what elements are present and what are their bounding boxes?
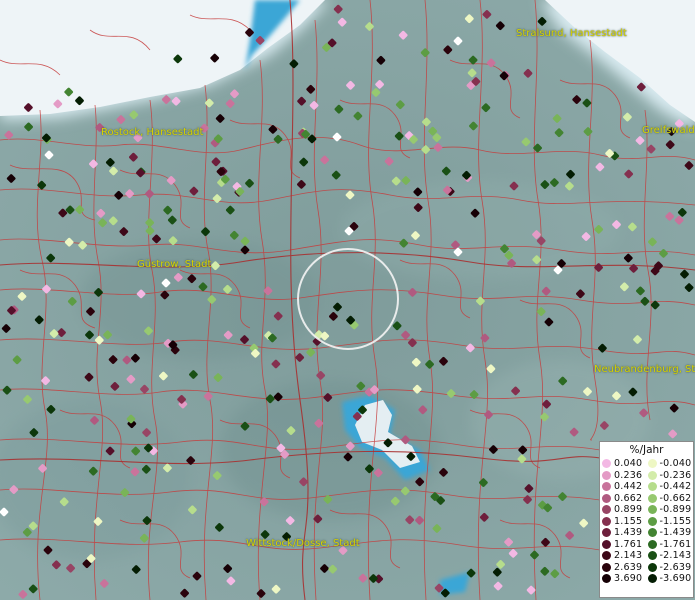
legend-swatch (647, 551, 657, 561)
legend-row: 1.761 (602, 539, 648, 551)
legend-swatch (647, 493, 657, 503)
map-background (0, 0, 695, 600)
legend-label: 0.236 (614, 469, 643, 481)
legend-label: -2.639 (659, 561, 692, 573)
legend-negative-column: -0.040 -0.236 -0.442 -0.662 -0.899 -1.155 -1.4… (647, 458, 694, 585)
legend-title: %/Jahr (629, 444, 664, 456)
legend-label: -1.439 (659, 527, 692, 539)
legend-row: 0.662 (602, 493, 648, 505)
legend-swatch (647, 516, 657, 526)
legend-row: -0.662 (647, 492, 694, 505)
legend-row: -3.690 (647, 573, 694, 585)
legend-row: 2.143 (602, 550, 648, 562)
legend-row: 0.442 (602, 481, 648, 493)
legend-swatch (647, 459, 657, 469)
legend-swatch (647, 574, 657, 584)
legend-label: 2.639 (614, 561, 643, 573)
legend-label: 0.662 (614, 492, 643, 504)
legend-label: 1.439 (614, 527, 643, 539)
legend-row: 2.639 (602, 562, 648, 574)
legend-row: -2.639 (647, 561, 694, 574)
legend-swatch (602, 528, 611, 538)
city-label-greifswald: Greifswald (642, 125, 695, 136)
legend: %/Jahr 0.040 0.236 0.442 0.662 0.899 1.155 1.4… (599, 441, 694, 598)
legend-label: 1.155 (614, 515, 643, 527)
legend-row: 1.439 (602, 527, 648, 539)
legend-label: -0.662 (659, 492, 692, 504)
legend-swatch (602, 459, 611, 469)
legend-label: 0.899 (614, 504, 643, 516)
legend-row: 1.155 (602, 516, 648, 528)
legend-positive-column: 0.040 0.236 0.442 0.662 0.899 1.155 1.439 1.761… (602, 458, 648, 585)
legend-swatch (647, 539, 657, 549)
legend-row: -2.143 (647, 550, 694, 562)
legend-label: 0.040 (614, 458, 643, 470)
legend-swatch (647, 528, 657, 538)
legend-label: -0.442 (659, 481, 692, 493)
city-label-stralsund: Stralsund, Hansestadt (516, 28, 627, 39)
map-view[interactable]: Stralsund, Hansestadt Rostock, Hansestad… (0, 0, 695, 600)
legend-label: 0.442 (614, 481, 643, 493)
legend-row: 0.899 (602, 504, 648, 516)
legend-swatch (602, 470, 611, 480)
legend-swatch (647, 470, 657, 480)
legend-label: 1.761 (614, 538, 643, 550)
legend-row: -0.040 (647, 458, 694, 470)
legend-label: -0.899 (659, 504, 692, 516)
legend-label: 2.143 (614, 550, 643, 562)
legend-row: 0.236 (602, 470, 648, 482)
legend-row: -1.155 (647, 515, 694, 528)
city-label-wittstock: Wittstock/Dosse, Stadt (246, 538, 360, 549)
legend-swatch (602, 493, 611, 503)
legend-label: -3.690 (659, 573, 692, 585)
legend-label: -0.236 (659, 469, 692, 481)
legend-swatch (602, 562, 611, 572)
legend-label: -1.155 (659, 515, 692, 527)
legend-label: -1.761 (659, 538, 692, 550)
city-label-neubrandenburg: Neubrandenburg, Sta (594, 364, 695, 375)
city-label-guestrow: Güstrow, Stadt (137, 259, 212, 270)
legend-swatch (602, 539, 611, 549)
city-label-rostock: Rostock, Hansestadt (101, 127, 204, 138)
legend-swatch (602, 505, 611, 515)
legend-swatch (647, 482, 657, 492)
legend-label: 3.690 (614, 573, 643, 585)
legend-swatch (647, 505, 657, 515)
legend-row: -0.236 (647, 469, 694, 482)
legend-row: -1.761 (647, 538, 694, 551)
legend-swatch (602, 516, 611, 526)
legend-swatch (602, 482, 611, 492)
legend-row: -1.439 (647, 527, 694, 539)
legend-swatch (647, 562, 657, 572)
legend-swatch (602, 551, 611, 561)
legend-row: -0.899 (647, 504, 694, 516)
legend-row: 0.040 (602, 458, 648, 470)
legend-label: -0.040 (659, 458, 692, 470)
legend-label: -2.143 (659, 550, 692, 562)
legend-swatch (602, 574, 611, 584)
legend-row: -0.442 (647, 481, 694, 493)
legend-row: 3.690 (602, 573, 648, 585)
